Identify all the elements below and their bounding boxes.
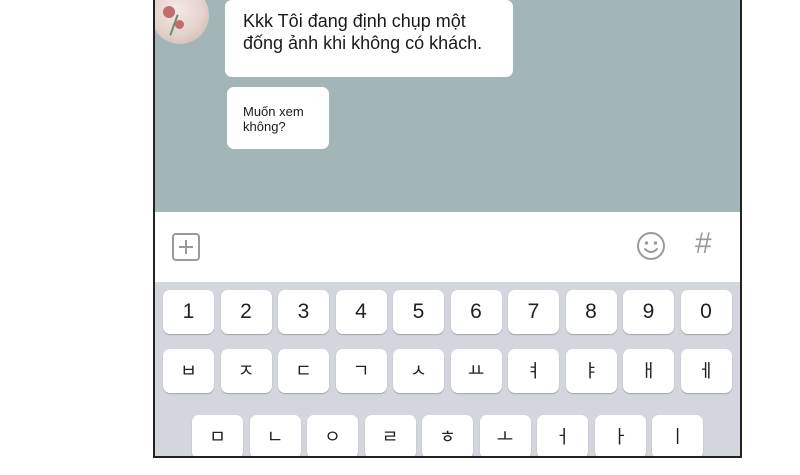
letter-key[interactable]: ㅎ xyxy=(422,415,473,456)
number-key[interactable]: 0 xyxy=(680,290,732,334)
letter-key[interactable]: ㄱ xyxy=(335,349,387,393)
hash-icon[interactable]: # xyxy=(695,228,712,260)
plus-square-icon[interactable] xyxy=(172,233,200,261)
letter-key[interactable]: ㅇ xyxy=(307,415,358,456)
number-key[interactable]: 9 xyxy=(623,290,674,334)
letter-key[interactable]: ㅂ xyxy=(163,349,214,393)
letter-key[interactable]: ㅛ xyxy=(450,349,502,393)
message-text: Muốn xem không? xyxy=(243,104,304,134)
message-bubble: Kkk Tôi đang định chụp một đống ảnh khi … xyxy=(225,0,513,77)
message-bubble: Muốn xem không? xyxy=(227,87,329,149)
letter-key[interactable]: ㄹ xyxy=(364,415,416,456)
letter-key[interactable]: ㅑ xyxy=(565,349,617,393)
message-text: Kkk Tôi đang định chụp một đống ảnh khi … xyxy=(243,11,483,53)
keyboard: 1234567890 ㅂㅈㄷㄱㅅㅛㅕㅑㅐㅔ ㅁㄴㅇㄹㅎㅗㅓㅏㅣ xyxy=(155,282,740,456)
letter-key[interactable]: ㅈ xyxy=(220,349,272,393)
letter-key[interactable]: ㅓ xyxy=(537,415,588,456)
smiley-icon[interactable] xyxy=(636,231,666,261)
number-key[interactable]: 2 xyxy=(220,290,272,334)
phone-screen: Kkk Tôi đang định chụp một đống ảnh khi … xyxy=(153,0,742,458)
letter-key[interactable]: ㅣ xyxy=(652,415,703,456)
letter-key[interactable]: ㅐ xyxy=(623,349,674,393)
letter-key[interactable]: ㅏ xyxy=(594,415,646,456)
letter-key[interactable]: ㅔ xyxy=(680,349,732,393)
message-input-bar[interactable]: # xyxy=(155,212,740,282)
letter-key[interactable]: ㅁ xyxy=(192,415,243,456)
contact-avatar[interactable] xyxy=(155,0,209,44)
number-key[interactable]: 5 xyxy=(393,290,444,334)
letter-key[interactable]: ㅅ xyxy=(393,349,444,393)
number-key[interactable]: 6 xyxy=(450,290,502,334)
number-key[interactable]: 3 xyxy=(278,290,329,334)
letter-key[interactable]: ㄷ xyxy=(278,349,329,393)
number-key[interactable]: 4 xyxy=(335,290,387,334)
number-key[interactable]: 7 xyxy=(508,290,559,334)
number-key[interactable]: 8 xyxy=(565,290,617,334)
letter-key[interactable]: ㄴ xyxy=(249,415,301,456)
number-key[interactable]: 1 xyxy=(163,290,214,334)
letter-key[interactable]: ㅗ xyxy=(479,415,531,456)
chat-area: Kkk Tôi đang định chụp một đống ảnh khi … xyxy=(155,0,740,212)
letter-key[interactable]: ㅕ xyxy=(508,349,559,393)
